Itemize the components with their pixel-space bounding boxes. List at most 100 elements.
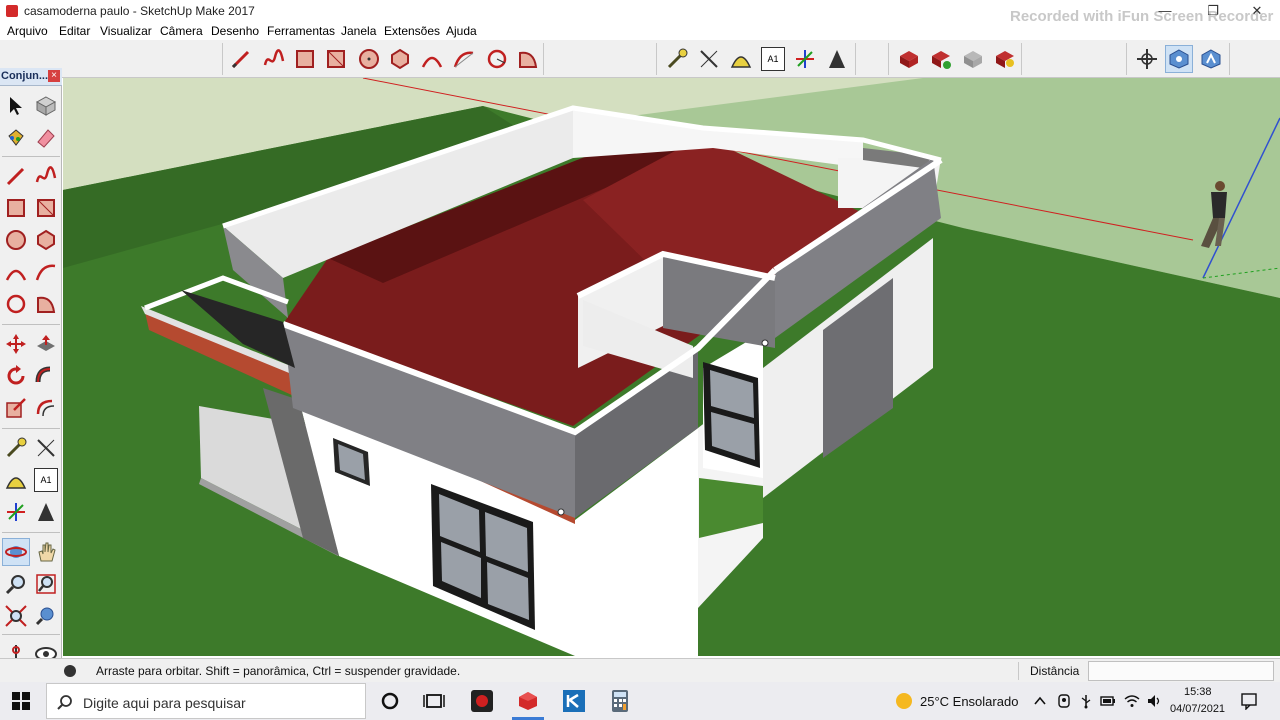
menu-janela[interactable]: Janela	[341, 24, 376, 38]
cortana-icon[interactable]	[378, 689, 402, 713]
windows-start-icon[interactable]	[12, 692, 30, 710]
chevron-up-icon[interactable]	[1032, 693, 1048, 709]
walk-icon[interactable]	[1199, 47, 1223, 71]
ifun-recorder-icon[interactable]	[470, 689, 494, 713]
pie-icon[interactable]	[34, 292, 58, 316]
two-point-arc-icon[interactable]	[34, 260, 58, 284]
task-view-icon[interactable]	[422, 689, 446, 713]
pencil-icon[interactable]	[229, 47, 253, 71]
dimension-icon[interactable]	[697, 47, 721, 71]
clock-date[interactable]: 04/07/2021	[1170, 703, 1225, 715]
webcam-icon[interactable]	[1056, 693, 1072, 709]
info-icon[interactable]	[64, 665, 76, 677]
circle-icon[interactable]	[4, 228, 28, 252]
axes-icon[interactable]	[793, 47, 817, 71]
sketchup-taskbar-icon[interactable]	[516, 689, 540, 713]
previous-view-icon[interactable]	[34, 604, 58, 628]
protractor-icon[interactable]	[729, 47, 753, 71]
taskbar-search-box[interactable]: Digite aqui para pesquisar	[46, 683, 366, 719]
menu-desenho[interactable]: Desenho	[211, 24, 259, 38]
3d-warehouse-icon[interactable]	[897, 47, 921, 71]
three-point-arc-icon[interactable]	[4, 292, 28, 316]
distance-label: Distância	[1030, 664, 1080, 678]
share-component-icon[interactable]	[961, 47, 985, 71]
distance-input[interactable]	[1088, 661, 1274, 681]
rectangle-icon[interactable]	[4, 196, 28, 220]
freehand-icon[interactable]	[34, 164, 58, 188]
axes-icon[interactable]	[4, 500, 28, 524]
zoom-window-icon[interactable]	[34, 572, 58, 596]
scale-icon[interactable]	[4, 396, 28, 420]
polygon-icon[interactable]	[388, 47, 412, 71]
clock-time[interactable]: 15:38	[1184, 686, 1212, 698]
minimize-button[interactable]: —	[1142, 0, 1188, 22]
menu-arquivo[interactable]: Arquivo	[7, 24, 48, 38]
wifi-icon[interactable]	[1124, 693, 1140, 709]
window-title: casamoderna paulo - SketchUp Make 2017	[24, 4, 255, 18]
menu-bar: Arquivo Editar Visualizar Câmera Desenho…	[0, 22, 1280, 40]
battery-icon[interactable]	[1100, 693, 1116, 709]
model-scene	[63, 78, 1280, 656]
pie-icon[interactable]	[516, 47, 540, 71]
3d-viewport[interactable]	[63, 78, 1280, 656]
status-hint: Arraste para orbitar. Shift = panorâmica…	[96, 664, 461, 678]
offset-icon[interactable]	[34, 396, 58, 420]
pan-hand-icon[interactable]	[34, 540, 58, 564]
orbit-icon[interactable]	[4, 540, 28, 564]
rotated-rectangle-icon[interactable]	[324, 47, 348, 71]
menu-visualizar[interactable]: Visualizar	[100, 24, 152, 38]
text-tool-icon[interactable]: A1	[761, 47, 785, 71]
rectangle-icon[interactable]	[293, 47, 317, 71]
construction-toolbar-group: A1	[656, 43, 856, 75]
light-fixture	[761, 339, 769, 347]
arc-icon[interactable]	[4, 260, 28, 284]
eraser-icon[interactable]	[34, 126, 58, 150]
speaker-icon[interactable]	[1146, 693, 1162, 709]
menu-ajuda[interactable]: Ajuda	[446, 24, 477, 38]
3d-text-icon[interactable]	[34, 500, 58, 524]
dimension-icon[interactable]	[34, 436, 58, 460]
tape-measure-icon[interactable]	[665, 47, 689, 71]
extension-warehouse-icon[interactable]	[993, 47, 1017, 71]
title-bar: casamoderna paulo - SketchUp Make 2017 R…	[0, 0, 1280, 25]
zoom-icon[interactable]	[4, 572, 28, 596]
paint-bucket-icon[interactable]	[4, 126, 28, 150]
two-point-arc-icon[interactable]	[452, 47, 476, 71]
polygon-icon[interactable]	[34, 228, 58, 252]
text-tool-icon[interactable]: A1	[34, 468, 58, 492]
rotated-rectangle-icon[interactable]	[34, 196, 58, 220]
tray-separator	[2, 428, 60, 429]
circle-icon[interactable]	[357, 47, 381, 71]
calculator-icon[interactable]	[608, 689, 632, 713]
pencil-icon[interactable]	[4, 164, 28, 188]
usb-icon[interactable]	[1078, 693, 1094, 709]
move-icon[interactable]	[4, 332, 28, 356]
3d-text-icon[interactable]	[825, 47, 849, 71]
menu-ferramentas[interactable]: Ferramentas	[267, 24, 335, 38]
make-component-icon[interactable]	[34, 94, 58, 118]
share-model-icon[interactable]	[929, 47, 953, 71]
notifications-icon[interactable]	[1240, 692, 1258, 710]
close-button[interactable]: ✕	[1234, 0, 1280, 22]
sun-weather-icon	[896, 693, 912, 709]
position-camera-icon[interactable]	[1135, 47, 1159, 71]
freehand-icon[interactable]	[262, 47, 286, 71]
menu-extensoes[interactable]: Extensões	[384, 24, 440, 38]
rotate-icon[interactable]	[4, 364, 28, 388]
select-arrow-icon[interactable]	[4, 94, 28, 118]
status-bar: Arraste para orbitar. Shift = panorâmica…	[0, 658, 1280, 682]
protractor-icon[interactable]	[4, 468, 28, 492]
kodak-app-icon[interactable]	[562, 689, 586, 713]
three-point-arc-icon[interactable]	[485, 47, 509, 71]
push-pull-icon[interactable]	[34, 332, 58, 356]
arc-icon[interactable]	[420, 47, 444, 71]
look-around-icon[interactable]	[1167, 47, 1191, 71]
tray-close-button[interactable]: ×	[48, 70, 60, 82]
maximize-button[interactable]: ❐	[1190, 0, 1236, 22]
menu-camera[interactable]: Câmera	[160, 24, 203, 38]
menu-editar[interactable]: Editar	[59, 24, 90, 38]
follow-me-icon[interactable]	[34, 364, 58, 388]
zoom-extents-icon[interactable]	[4, 604, 28, 628]
weather-text[interactable]: 25°C Ensolarado	[920, 694, 1018, 709]
tape-measure-icon[interactable]	[4, 436, 28, 460]
